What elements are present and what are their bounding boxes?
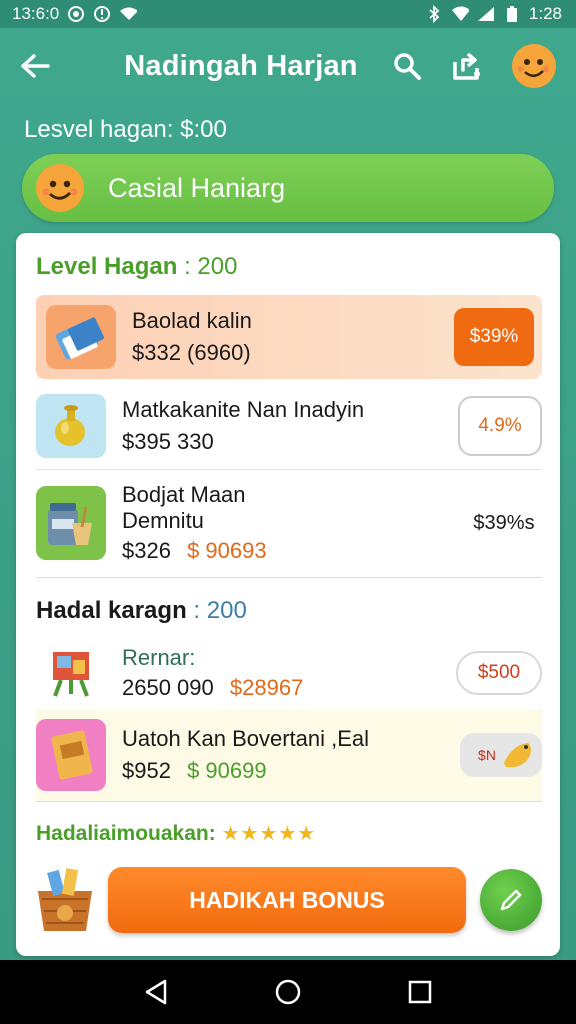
arrow-left-icon	[21, 54, 50, 78]
list-item[interactable]: Rernar: 2650 090 $28967 $500	[36, 641, 542, 705]
product-card: Level Hagan : 200 Baolad kalin $332 (696…	[16, 233, 560, 956]
vase-icon	[36, 394, 106, 458]
section-title: Level Hagan	[36, 253, 178, 280]
item-price-line: $326 $ 90693	[122, 538, 466, 564]
square-recents-icon	[408, 980, 432, 1004]
status-time: 13:6:0	[12, 4, 60, 23]
list-item[interactable]: Baolad kalin $332 (6960) $39%	[36, 295, 542, 379]
rating-label: Hadaliaimouakan:	[36, 822, 216, 845]
wifi-small-icon	[119, 5, 138, 23]
item-alt-price: $ 90699	[187, 758, 267, 783]
list-item[interactable]: Matkakanite Nan Inadyin $395 330 4.9%	[36, 389, 542, 463]
item-price: $326	[122, 538, 171, 563]
item-name: Matkakanite Nan Inadyin	[122, 397, 365, 422]
jar-icon	[36, 486, 106, 560]
app-header: Nadingah Harjan	[0, 36, 576, 96]
section-title: Hadal karagn	[36, 597, 187, 624]
system-nav-bar	[0, 960, 576, 1024]
price-badge[interactable]: 4.9%	[458, 396, 542, 456]
item-alt-price: $28967	[229, 675, 304, 700]
bluetooth-icon	[425, 5, 443, 23]
price-badge[interactable]: $500	[456, 651, 542, 695]
item-price: 2650 090	[122, 675, 214, 700]
divider	[36, 577, 542, 578]
share-icon	[453, 53, 480, 80]
circle-home-icon	[275, 979, 301, 1005]
nav-home-button[interactable]	[268, 972, 308, 1012]
item-price: $952	[122, 758, 171, 783]
nav-back-button[interactable]	[136, 972, 176, 1012]
edit-button[interactable]	[480, 869, 542, 931]
section-value: : 200	[193, 597, 247, 624]
basket-icon	[38, 868, 92, 931]
section-heading: Level Hagan : 200	[36, 253, 237, 281]
status-clock: 1:28	[528, 4, 562, 23]
avatar[interactable]	[510, 42, 558, 90]
item-price-line: $952 $ 90699	[122, 758, 460, 784]
triangle-back-icon	[145, 979, 167, 1005]
price-badge[interactable]: $N	[460, 733, 542, 777]
item-name: Bodjat Maan	[122, 482, 246, 507]
record-icon	[67, 5, 85, 23]
badge-label: $N	[478, 747, 496, 763]
smiley-face-icon	[512, 44, 556, 88]
bonus-button[interactable]: HADIKAH BONUS	[108, 867, 466, 933]
bird-icon	[504, 743, 531, 768]
search-icon	[394, 53, 421, 80]
nav-recents-button[interactable]	[400, 972, 440, 1012]
item-name: Rernar:	[122, 645, 196, 670]
smiley-face-icon	[36, 164, 84, 212]
item-price: $332 (6960)	[132, 340, 251, 365]
item-subname: Demnitu	[122, 508, 204, 533]
section-heading: Hadal karagn : 200	[36, 597, 247, 625]
banner-label: Casial Haniarg	[108, 172, 286, 203]
price-badge[interactable]: $39%	[454, 308, 534, 366]
book-icon	[36, 719, 106, 791]
signal-icon	[477, 5, 495, 23]
item-price-line: 2650 090 $28967	[122, 675, 456, 701]
alert-icon	[93, 5, 111, 23]
item-name: Uatoh Kan Bovertani ,Eal	[122, 726, 370, 751]
item-alt-price: $ 90693	[187, 538, 267, 563]
easel-icon	[36, 641, 106, 705]
section-value: : 200	[184, 253, 238, 280]
list-item[interactable]: Uatoh Kan Bovertani ,Eal $952 $ 90699 $N	[36, 709, 542, 801]
divider	[36, 801, 542, 802]
share-button[interactable]	[450, 49, 484, 83]
category-banner[interactable]: Casial Haniarg	[22, 154, 554, 222]
wifi-icon	[451, 5, 469, 23]
bottom-action-bar: HADIKAH BONUS	[16, 853, 560, 943]
battery-icon	[503, 5, 521, 23]
back-button[interactable]	[18, 49, 52, 83]
status-bar: 13:6:0 1:28	[0, 0, 576, 28]
level-label: Lesvel hagan: $:00	[24, 116, 227, 143]
page-title: Nadingah Harjan	[124, 49, 358, 82]
star-rating-icon: ★★★★★	[221, 823, 317, 845]
list-item[interactable]: Bodjat Maan Demnitu $326 $ 90693 $39%s	[36, 482, 542, 564]
price-label: $39%s	[473, 511, 535, 534]
divider	[36, 469, 542, 470]
search-button[interactable]	[390, 49, 424, 83]
item-name: Baolad kalin	[132, 308, 252, 333]
book-icon	[46, 305, 116, 369]
rating-row: Hadaliaimouakan: ★★★★★	[36, 821, 316, 846]
item-price: $395 330	[122, 429, 214, 454]
pencil-icon	[500, 889, 522, 911]
